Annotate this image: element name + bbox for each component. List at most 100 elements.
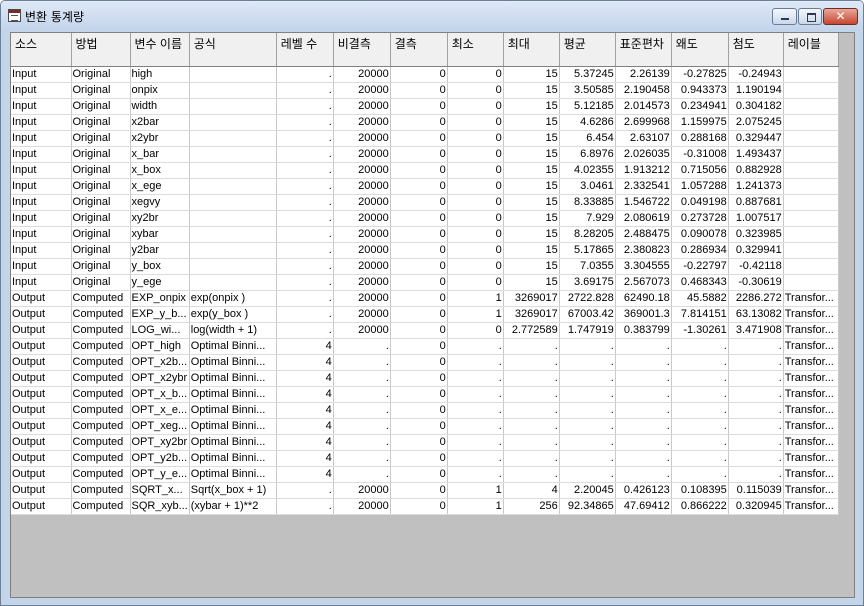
cell-skewness[interactable]: 7.814151 bbox=[671, 306, 729, 323]
cell-label[interactable]: Transfor... bbox=[783, 466, 839, 483]
cell-label[interactable] bbox=[783, 114, 839, 131]
cell-label[interactable]: Transfor... bbox=[783, 450, 839, 467]
table-row[interactable]: Input Original x_box. 20000 0 0 15 4.02355 1.913… bbox=[11, 162, 839, 179]
cell-label[interactable] bbox=[783, 194, 839, 211]
cell-non-missing[interactable]: 20000 bbox=[333, 130, 391, 147]
cell-minimum[interactable]: 1 bbox=[447, 498, 504, 515]
cell-mean[interactable]: 2.20045 bbox=[559, 482, 616, 499]
cell-kurtosis[interactable]: 0.323985 bbox=[728, 226, 784, 243]
cell-non-missing[interactable]: . bbox=[333, 466, 391, 483]
cell-formula[interactable]: Optimal Binni... bbox=[189, 434, 277, 451]
cell-label[interactable] bbox=[783, 82, 839, 99]
column-header-non-missing[interactable]: 비결측 bbox=[333, 33, 391, 67]
cell-missing[interactable]: 0 bbox=[390, 194, 448, 211]
cell-minimum[interactable]: 1 bbox=[447, 290, 504, 307]
cell-formula[interactable]: Optimal Binni... bbox=[189, 354, 277, 371]
cell-level-count[interactable]: . bbox=[276, 482, 334, 499]
cell-method[interactable]: Original bbox=[71, 274, 131, 291]
cell-source[interactable]: Input bbox=[11, 178, 72, 195]
cell-maximum[interactable]: 15 bbox=[503, 162, 560, 179]
cell-skewness[interactable]: 0.943373 bbox=[671, 82, 729, 99]
cell-skewness[interactable]: 0.273728 bbox=[671, 210, 729, 227]
column-header-method[interactable]: 방법 bbox=[71, 33, 131, 67]
cell-variable-name[interactable]: OPT_x_e... bbox=[130, 402, 190, 419]
cell-method[interactable]: Original bbox=[71, 114, 131, 131]
cell-formula[interactable]: Optimal Binni... bbox=[189, 338, 277, 355]
cell-non-missing[interactable]: 20000 bbox=[333, 242, 391, 259]
cell-kurtosis[interactable]: . bbox=[728, 466, 784, 483]
cell-minimum[interactable]: 0 bbox=[447, 322, 504, 339]
column-header-minimum[interactable]: 최소 bbox=[447, 33, 504, 67]
cell-minimum[interactable]: 0 bbox=[447, 226, 504, 243]
cell-mean[interactable]: 6.454 bbox=[559, 130, 616, 147]
cell-skewness[interactable]: 0.468343 bbox=[671, 274, 729, 291]
cell-kurtosis[interactable]: -0.42118 bbox=[728, 258, 784, 275]
cell-std-dev[interactable]: . bbox=[615, 434, 672, 451]
cell-skewness[interactable]: . bbox=[671, 450, 729, 467]
cell-formula[interactable]: Optimal Binni... bbox=[189, 386, 277, 403]
cell-label[interactable]: Transfor... bbox=[783, 386, 839, 403]
cell-level-count[interactable]: 4 bbox=[276, 386, 334, 403]
cell-non-missing[interactable]: 20000 bbox=[333, 210, 391, 227]
cell-minimum[interactable]: . bbox=[447, 466, 504, 483]
table-row[interactable]: Input Original onpix. 20000 0 0 15 3.50585 2.190… bbox=[11, 82, 839, 99]
cell-formula[interactable] bbox=[189, 66, 277, 83]
table-row[interactable]: Output Computed SQR_xyb... (xybar + 1)**2. 2… bbox=[11, 498, 839, 515]
cell-variable-name[interactable]: high bbox=[130, 66, 190, 83]
table-row[interactable]: Output Computed EXP_y_b... exp(y_box ). 2000… bbox=[11, 306, 839, 323]
column-header-kurtosis[interactable]: 첨도 bbox=[728, 33, 784, 67]
cell-source[interactable]: Input bbox=[11, 226, 72, 243]
cell-maximum[interactable]: 2.772589 bbox=[503, 322, 560, 339]
cell-non-missing[interactable]: 20000 bbox=[333, 146, 391, 163]
cell-formula[interactable]: log(width + 1) bbox=[189, 322, 277, 339]
cell-formula[interactable]: (xybar + 1)**2 bbox=[189, 498, 277, 515]
cell-mean[interactable]: 92.34865 bbox=[559, 498, 616, 515]
cell-variable-name[interactable]: OPT_y2b... bbox=[130, 450, 190, 467]
cell-missing[interactable]: 0 bbox=[390, 402, 448, 419]
cell-method[interactable]: Original bbox=[71, 82, 131, 99]
cell-formula[interactable] bbox=[189, 258, 277, 275]
cell-level-count[interactable]: . bbox=[276, 306, 334, 323]
cell-label[interactable]: Transfor... bbox=[783, 354, 839, 371]
cell-std-dev[interactable]: 2.026035 bbox=[615, 146, 672, 163]
cell-source[interactable]: Input bbox=[11, 98, 72, 115]
cell-missing[interactable]: 0 bbox=[390, 466, 448, 483]
cell-variable-name[interactable]: EXP_y_b... bbox=[130, 306, 190, 323]
column-header-source[interactable]: 소스 bbox=[11, 33, 72, 67]
cell-variable-name[interactable]: OPT_xy2br bbox=[130, 434, 190, 451]
cell-variable-name[interactable]: onpix bbox=[130, 82, 190, 99]
cell-mean[interactable]: . bbox=[559, 370, 616, 387]
cell-maximum[interactable]: . bbox=[503, 386, 560, 403]
table-row[interactable]: Input Original y2bar. 20000 0 0 15 5.17865 2.380… bbox=[11, 242, 839, 259]
cell-formula[interactable] bbox=[189, 162, 277, 179]
cell-missing[interactable]: 0 bbox=[390, 258, 448, 275]
cell-level-count[interactable]: . bbox=[276, 130, 334, 147]
cell-skewness[interactable]: . bbox=[671, 402, 729, 419]
cell-label[interactable] bbox=[783, 66, 839, 83]
cell-non-missing[interactable]: 20000 bbox=[333, 274, 391, 291]
cell-level-count[interactable]: . bbox=[276, 258, 334, 275]
cell-label[interactable] bbox=[783, 162, 839, 179]
title-bar[interactable]: 변환 통계량 ✕ bbox=[1, 1, 863, 31]
cell-non-missing[interactable]: 20000 bbox=[333, 290, 391, 307]
cell-std-dev[interactable]: 47.69412 bbox=[615, 498, 672, 515]
cell-method[interactable]: Computed bbox=[71, 418, 131, 435]
cell-mean[interactable]: . bbox=[559, 450, 616, 467]
cell-skewness[interactable]: 1.057288 bbox=[671, 178, 729, 195]
cell-missing[interactable]: 0 bbox=[390, 322, 448, 339]
cell-non-missing[interactable]: 20000 bbox=[333, 322, 391, 339]
cell-method[interactable]: Original bbox=[71, 66, 131, 83]
cell-std-dev[interactable]: 2.380823 bbox=[615, 242, 672, 259]
cell-skewness[interactable]: . bbox=[671, 354, 729, 371]
table-row[interactable]: Output Computed OPT_xy2br Optimal Binni... 4… bbox=[11, 434, 839, 451]
cell-missing[interactable]: 0 bbox=[390, 146, 448, 163]
cell-mean[interactable]: 7.0355 bbox=[559, 258, 616, 275]
cell-kurtosis[interactable]: 0.320945 bbox=[728, 498, 784, 515]
cell-source[interactable]: Output bbox=[11, 322, 72, 339]
cell-kurtosis[interactable]: 0.887681 bbox=[728, 194, 784, 211]
cell-formula[interactable]: Optimal Binni... bbox=[189, 402, 277, 419]
table-row[interactable]: Output Computed OPT_y_e... Optimal Binni...… bbox=[11, 466, 839, 483]
cell-non-missing[interactable]: . bbox=[333, 434, 391, 451]
cell-non-missing[interactable]: 20000 bbox=[333, 66, 391, 83]
cell-label[interactable] bbox=[783, 178, 839, 195]
